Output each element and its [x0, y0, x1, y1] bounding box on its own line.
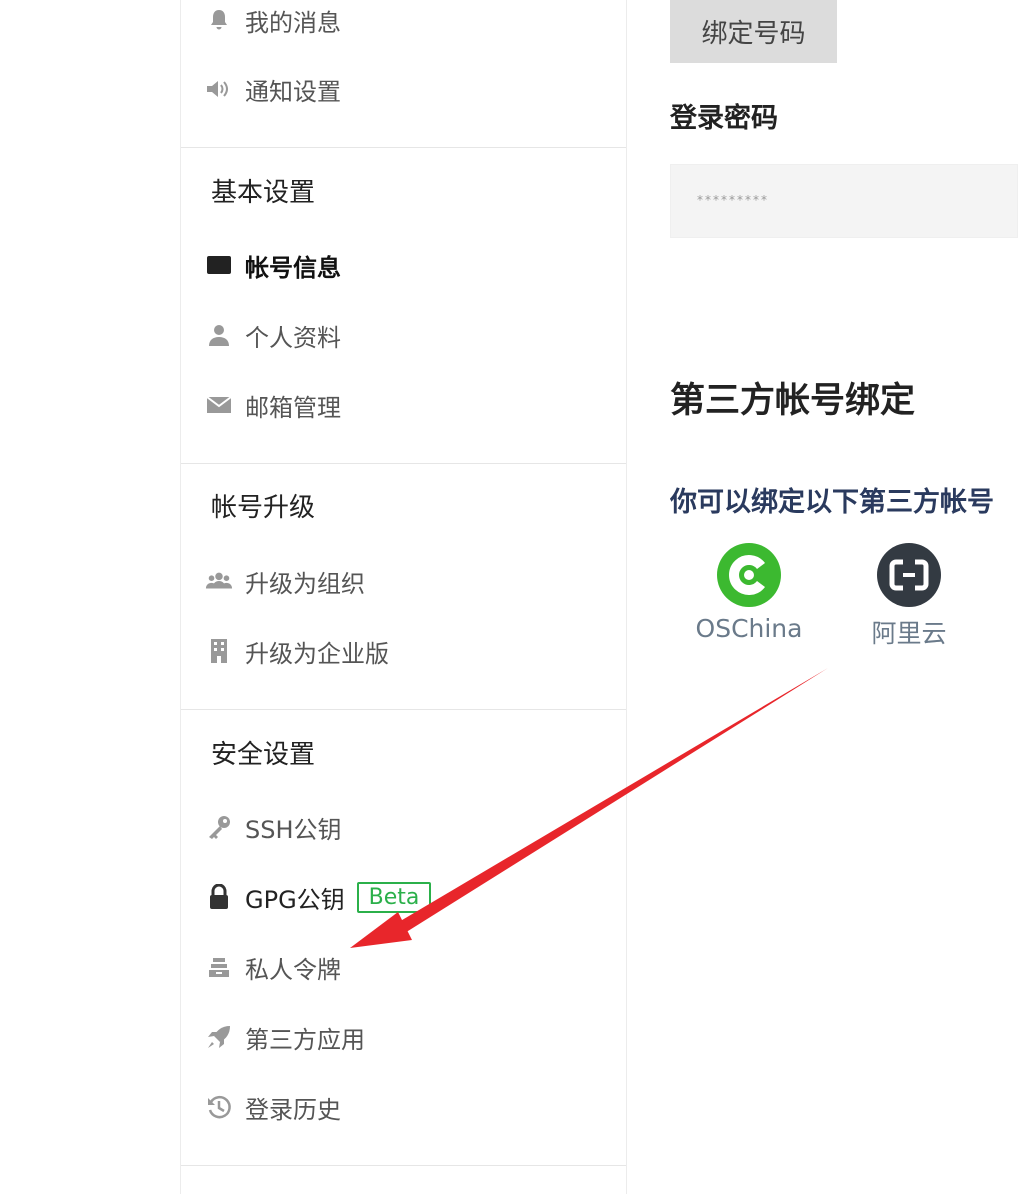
sidebar-item-label: SSH公钥	[245, 815, 342, 844]
sidebar-item-third-party-apps[interactable]: 第三方应用	[205, 1017, 365, 1057]
password-field[interactable]: *********	[670, 164, 1018, 238]
provider-oschina[interactable]: OSChina	[684, 542, 814, 643]
group-title-basic: 基本设置	[211, 178, 316, 208]
sidebar-item-ssh-keys[interactable]: SSH公钥	[205, 807, 342, 847]
sidebar-item-label: 个人资料	[245, 323, 341, 352]
history-icon	[205, 1093, 233, 1121]
provider-aliyun[interactable]: 阿里云	[844, 542, 974, 650]
beta-badge: Beta	[356, 881, 432, 913]
mail-icon	[205, 391, 233, 419]
sidebar-item-label: 私人令牌	[245, 955, 341, 984]
provider-name: OSChina	[695, 614, 803, 643]
divider	[181, 1165, 626, 1166]
sidebar-item-account-info[interactable]: 帐号信息	[205, 245, 341, 285]
sidebar-item-upgrade-enterprise[interactable]: 升级为企业版	[205, 631, 389, 671]
divider	[181, 463, 626, 464]
lock-icon	[205, 883, 233, 911]
key-icon	[205, 813, 233, 841]
team-icon	[205, 567, 233, 595]
sidebar-item-label: 通知设置	[245, 77, 341, 106]
speaker-icon	[205, 75, 233, 103]
bind-phone-button[interactable]: 绑定号码	[670, 0, 837, 63]
group-title-security: 安全设置	[211, 740, 316, 770]
sidebar-item-label: GPG公钥	[245, 885, 345, 914]
divider	[181, 147, 626, 148]
sidebar-item-label: 帐号信息	[245, 253, 341, 282]
provider-name: 阿里云	[871, 619, 947, 648]
oschina-logo-icon	[716, 542, 782, 608]
sidebar-item-label: 我的消息	[245, 8, 341, 37]
sidebar-item-gpg-keys[interactable]: GPG公钥 Beta	[205, 877, 432, 917]
building-icon	[205, 637, 233, 665]
sidebar-item-email[interactable]: 邮箱管理	[205, 385, 341, 425]
sidebar-item-login-history[interactable]: 登录历史	[205, 1087, 341, 1127]
third-party-description: 你可以绑定以下第三方帐号	[670, 487, 994, 518]
sidebar-item-profile[interactable]: 个人资料	[205, 315, 341, 355]
bell-icon	[205, 6, 233, 34]
sidebar-item-label: 邮箱管理	[245, 393, 341, 422]
group-title-upgrade: 帐号升级	[211, 493, 316, 523]
sidebar-item-label: 第三方应用	[245, 1025, 365, 1054]
user-icon	[205, 321, 233, 349]
token-icon	[205, 953, 233, 981]
id-card-icon	[205, 251, 233, 279]
sidebar-item-messages[interactable]: 我的消息	[205, 0, 341, 40]
divider	[181, 709, 626, 710]
sidebar-item-label: 升级为企业版	[245, 639, 389, 668]
password-label: 登录密码	[670, 103, 778, 134]
rocket-icon	[205, 1023, 233, 1051]
sidebar-item-notifications[interactable]: 通知设置	[205, 69, 341, 109]
settings-sidebar: 我的消息 通知设置 基本设置 帐号信息 个人资料 邮箱管理 帐号升级 升级为组织	[180, 0, 627, 1194]
sidebar-item-private-tokens[interactable]: 私人令牌	[205, 947, 341, 987]
third-party-title: 第三方帐号绑定	[670, 381, 916, 421]
sidebar-item-label: 升级为组织	[245, 569, 365, 598]
aliyun-logo-icon	[876, 542, 942, 608]
sidebar-item-label: 登录历史	[245, 1095, 341, 1124]
sidebar-item-upgrade-org[interactable]: 升级为组织	[205, 561, 365, 601]
